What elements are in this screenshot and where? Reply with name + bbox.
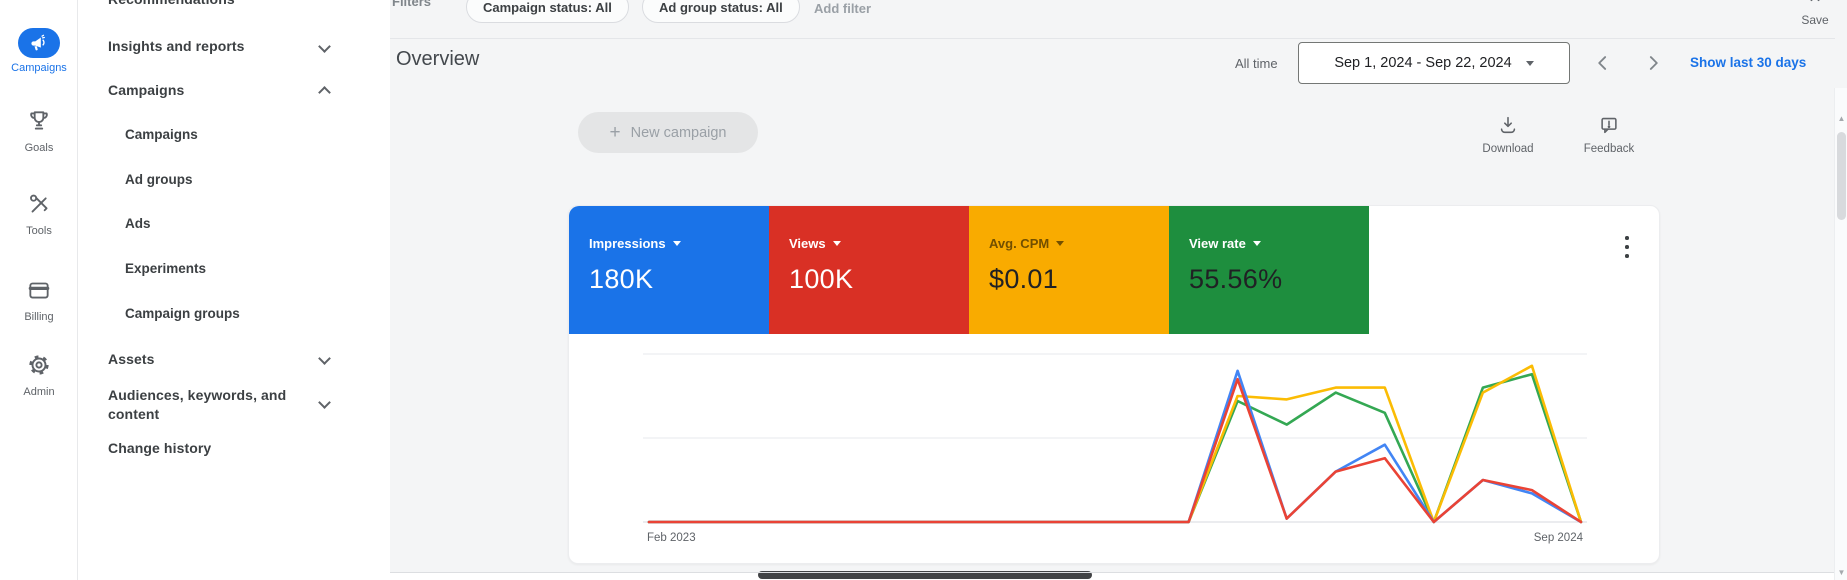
- rail-item-billing[interactable]: Billing: [0, 277, 78, 323]
- sidebar-item-insights-and-reports[interactable]: Insights and reports: [108, 38, 245, 54]
- new-campaign-label: New campaign: [630, 124, 727, 141]
- rail-item-goals[interactable]: Goals: [0, 108, 78, 154]
- feedback-button[interactable]: Feedback: [1572, 114, 1646, 155]
- scroll-up-arrow-icon[interactable]: ▲: [1835, 114, 1847, 123]
- main-content: Filters Campaign status: All Ad group st…: [390, 0, 1847, 579]
- kebab-menu-icon[interactable]: [1616, 234, 1638, 260]
- trophy-icon: [26, 108, 52, 134]
- metric-label: View rate: [1189, 236, 1246, 251]
- metric-card-avg-cpm[interactable]: Avg. CPM $0.01: [969, 206, 1169, 334]
- sidebar-item-ads[interactable]: Ads: [125, 216, 151, 231]
- sidebar-item-campaign-groups[interactable]: Campaign groups: [125, 306, 240, 321]
- rail-item-admin[interactable]: Admin: [0, 352, 78, 398]
- chevron-down-icon: [1525, 60, 1534, 66]
- metric-value: $0.01: [989, 264, 1059, 294]
- credit-card-icon: [26, 277, 52, 303]
- save-button[interactable]: Save: [1792, 0, 1838, 27]
- filter-chip-campaign-status[interactable]: Campaign status: All: [466, 0, 629, 23]
- sidebar-item-experiments[interactable]: Experiments: [125, 261, 206, 276]
- divider: [390, 38, 1835, 39]
- download-label: Download: [1482, 143, 1534, 155]
- vertical-scrollbar[interactable]: ▲ ▼: [1834, 88, 1847, 580]
- show-last-30-days-link[interactable]: Show last 30 days: [1690, 55, 1806, 70]
- nav-rail: Campaigns Goals Tools Billing Admin: [0, 0, 78, 580]
- chevron-up-icon[interactable]: [318, 86, 331, 99]
- filters-label: Filters: [392, 0, 432, 9]
- rail-label-admin: Admin: [23, 386, 55, 398]
- x-axis-label-start: Feb 2023: [647, 532, 696, 544]
- metric-card-views[interactable]: Views 100K: [769, 206, 969, 334]
- sidebar-item-assets[interactable]: Assets: [108, 351, 155, 367]
- metric-card-impressions[interactable]: Impressions 180K: [569, 206, 769, 334]
- sidebar-item-recommendations[interactable]: Recommendations: [108, 0, 235, 7]
- chevron-down-icon[interactable]: [672, 241, 681, 246]
- sidebar-item-ad-groups[interactable]: Ad groups: [125, 172, 193, 187]
- metric-value: 180K: [589, 264, 654, 294]
- megaphone-icon: [18, 28, 60, 58]
- tools-icon: [26, 191, 52, 217]
- gear-icon: [26, 352, 52, 378]
- rail-item-campaigns[interactable]: Campaigns: [0, 28, 78, 74]
- date-range-shortcut-label: All time: [1235, 56, 1278, 71]
- sidebar: Recommendations Insights and reports Cam…: [78, 0, 390, 580]
- add-filter-button[interactable]: Add filter: [814, 1, 871, 16]
- google-ads-app: Campaigns Goals Tools Billing Admin Insi…: [0, 0, 1847, 580]
- save-label: Save: [1801, 13, 1829, 27]
- download-button[interactable]: Download: [1471, 114, 1545, 155]
- download-icon: [1497, 116, 1519, 140]
- next-period-button[interactable]: [1640, 50, 1666, 76]
- sidebar-item-campaigns[interactable]: Campaigns: [125, 127, 198, 142]
- metric-label: Views: [789, 236, 826, 251]
- metric-label: Impressions: [589, 236, 666, 251]
- bookmark-save-icon: [1805, 0, 1825, 12]
- chevron-down-icon[interactable]: [832, 241, 841, 246]
- rail-label-campaigns: Campaigns: [11, 62, 67, 74]
- overview-card: Impressions 180K Views 100K Avg. CPM $0.…: [568, 205, 1660, 564]
- previous-period-button[interactable]: [1590, 50, 1616, 76]
- chevron-down-icon[interactable]: [1056, 241, 1065, 246]
- sidebar-item-campaigns-section[interactable]: Campaigns: [108, 82, 184, 98]
- rail-item-tools[interactable]: Tools: [0, 191, 78, 237]
- page-title: Overview: [396, 48, 480, 70]
- new-campaign-button[interactable]: + New campaign: [578, 112, 758, 153]
- date-range-value: Sep 1, 2024 - Sep 22, 2024: [1334, 55, 1512, 71]
- metric-value: 100K: [789, 264, 854, 294]
- rail-label-tools: Tools: [26, 225, 52, 237]
- metric-card-view-rate[interactable]: View rate 55.56%: [1169, 206, 1369, 334]
- sidebar-item-change-history[interactable]: Change history: [108, 440, 211, 456]
- rail-label-goals: Goals: [24, 142, 54, 154]
- overview-chart: [643, 353, 1587, 524]
- sidebar-item-audiences-keywords-content[interactable]: Audiences, keywords, and content: [108, 386, 313, 424]
- metric-label: Avg. CPM: [989, 236, 1050, 251]
- feedback-label: Feedback: [1583, 143, 1635, 155]
- x-axis-label-end: Sep 2024: [1533, 532, 1583, 544]
- plus-icon: +: [609, 122, 621, 143]
- metric-value: 55.56%: [1189, 264, 1283, 294]
- chevron-down-icon[interactable]: [318, 40, 331, 53]
- date-range-picker[interactable]: Sep 1, 2024 - Sep 22, 2024: [1298, 42, 1570, 84]
- rail-label-billing: Billing: [24, 311, 54, 323]
- vertical-scrollbar-thumb[interactable]: [1837, 132, 1846, 220]
- chevron-down-icon[interactable]: [1252, 241, 1261, 246]
- feedback-icon: [1598, 117, 1620, 140]
- chevron-down-icon[interactable]: [318, 352, 331, 365]
- chevron-down-icon[interactable]: [318, 396, 331, 409]
- scroll-down-arrow-icon[interactable]: ▼: [1835, 568, 1847, 577]
- filter-chip-ad-group-status[interactable]: Ad group status: All: [642, 0, 800, 23]
